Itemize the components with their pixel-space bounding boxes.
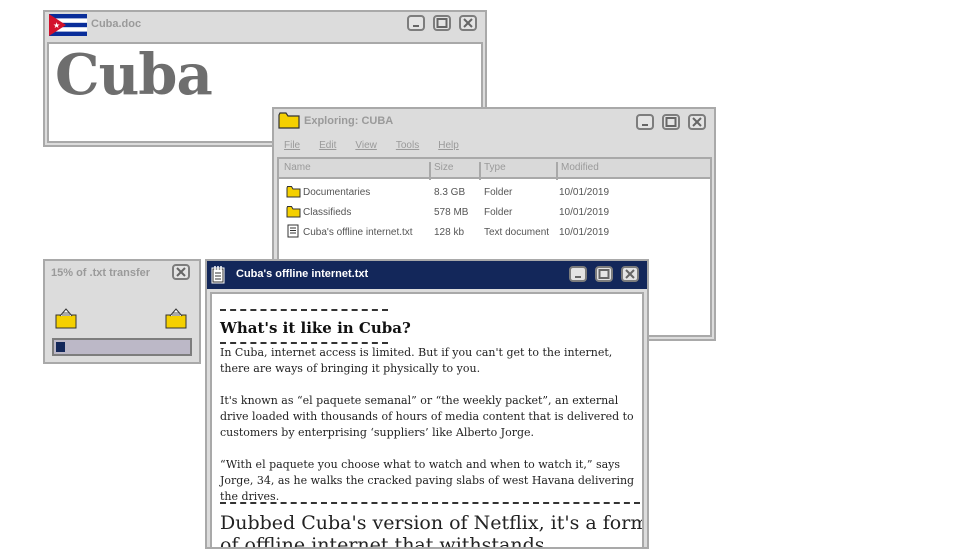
dashed-divider (220, 502, 640, 504)
close-icon (176, 267, 186, 277)
maximize-icon (436, 18, 448, 28)
close-icon (692, 117, 702, 127)
cuba-flag-icon: ★ (49, 14, 87, 36)
explorer-window-title: Exploring: CUBA (304, 115, 394, 127)
article-paragraph: “With el paquete you choose what to watc… (220, 458, 635, 503)
file-type: Text document (484, 227, 550, 238)
column-name[interactable]: Name (284, 162, 311, 173)
close-button[interactable] (172, 264, 190, 280)
close-icon (463, 18, 473, 28)
transfer-window: 15% of .txt transfer (43, 259, 201, 364)
column-divider[interactable] (556, 162, 558, 180)
file-name: Cuba's offline internet.txt (303, 227, 413, 238)
close-icon (625, 269, 635, 279)
minimize-icon (642, 124, 648, 126)
maximize-icon (598, 269, 610, 279)
minimize-button[interactable] (636, 114, 654, 130)
dashed-divider (220, 309, 388, 311)
article-heading: What's it like in Cuba? (220, 319, 411, 337)
explorer-menubar: File Edit View Tools Help (284, 140, 478, 151)
menu-tools[interactable]: Tools (396, 140, 419, 151)
svg-text:★: ★ (53, 21, 60, 30)
minimize-button[interactable] (407, 15, 425, 31)
transfer-progress-bar (52, 338, 192, 356)
menu-edit[interactable]: Edit (319, 140, 336, 151)
file-modified: 10/01/2019 (559, 227, 610, 238)
progress-fill (56, 342, 65, 352)
menu-file[interactable]: File (284, 140, 300, 151)
minimize-icon (413, 25, 419, 27)
destination-folder-icon (165, 308, 187, 329)
file-modified: 10/01/2019 (559, 207, 610, 218)
maximize-button[interactable] (433, 15, 451, 31)
transfer-titlebar[interactable]: 15% of .txt transfer (45, 261, 199, 287)
column-modified[interactable]: Modified (561, 162, 599, 173)
file-row-documentaries[interactable]: Documentaries 8.3 GB Folder 10/01/2019 (279, 183, 710, 203)
menu-help[interactable]: Help (438, 140, 459, 151)
file-size: 8.3 GB (434, 187, 466, 198)
text-file-window: Cuba's offline internet.txt What's it li… (205, 259, 649, 549)
folder-icon (278, 112, 300, 129)
file-size: 578 MB (434, 207, 469, 218)
close-button[interactable] (688, 114, 706, 130)
text-titlebar[interactable]: Cuba's offline internet.txt (207, 261, 647, 289)
file-modified: 10/01/2019 (559, 187, 610, 198)
article-callout: Dubbed Cuba's version of Netflix, it's a… (220, 512, 644, 547)
doc-window-title: Cuba.doc (91, 18, 142, 30)
dashed-divider (220, 342, 388, 344)
close-button[interactable] (621, 266, 639, 282)
text-window-title: Cuba's offline internet.txt (236, 268, 369, 280)
transfer-window-title: 15% of .txt transfer (51, 267, 151, 279)
doc-heading: Cuba (55, 42, 213, 108)
file-name: Documentaries (303, 187, 371, 198)
close-button[interactable] (459, 15, 477, 31)
menu-view[interactable]: View (355, 140, 377, 151)
explorer-titlebar[interactable]: Exploring: CUBA (274, 109, 714, 135)
file-type: Folder (484, 187, 513, 198)
folder-icon (286, 206, 301, 218)
article-paragraph: In Cuba, internet access is limited. But… (220, 346, 613, 375)
file-name: Classifieds (303, 207, 352, 218)
maximize-button[interactable] (662, 114, 680, 130)
column-divider[interactable] (429, 162, 431, 180)
file-type: Folder (484, 207, 513, 218)
file-list-header: Name Size Type Modified (279, 159, 710, 180)
minimize-icon (575, 276, 581, 278)
notepad-icon (211, 266, 225, 284)
source-folder-icon (55, 308, 77, 329)
doc-titlebar[interactable]: ★ Cuba.doc (45, 12, 485, 38)
maximize-icon (665, 117, 677, 127)
file-row-classifieds[interactable]: Classifieds 578 MB Folder 10/01/2019 (279, 203, 710, 223)
file-size: 128 kb (434, 227, 465, 238)
text-file-icon (287, 224, 299, 238)
file-row-offline-internet-txt[interactable]: Cuba's offline internet.txt 128 kb Text … (279, 223, 710, 243)
minimize-button[interactable] (569, 266, 587, 282)
column-size[interactable]: Size (434, 162, 453, 173)
folder-icon (286, 186, 301, 198)
column-type[interactable]: Type (484, 162, 506, 173)
article-paragraph: It's known as “el paquete semanal” or “t… (220, 394, 634, 439)
maximize-button[interactable] (595, 266, 613, 282)
column-divider[interactable] (479, 162, 481, 180)
text-document-page[interactable]: What's it like in Cuba? In Cuba, interne… (210, 292, 644, 547)
